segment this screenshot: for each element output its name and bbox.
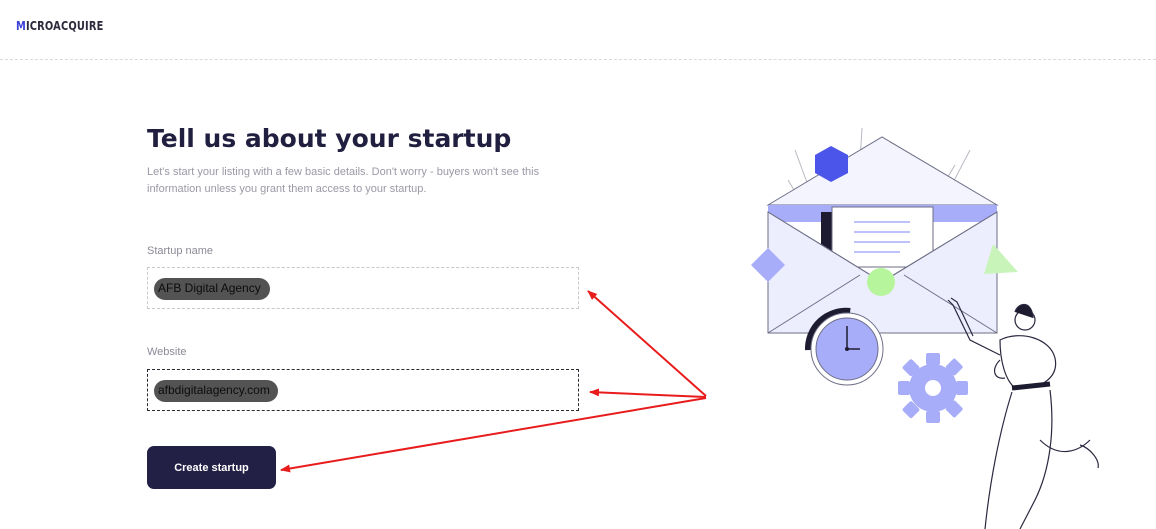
arrow-to-startup-name (587, 290, 707, 397)
arrow-to-create-button (280, 397, 707, 473)
website-value: afbdigitalagency.com (158, 383, 270, 397)
annotation-arrows (280, 290, 707, 473)
arrow-to-website (589, 388, 707, 398)
startup-name-value: AFB Digital Agency (158, 281, 261, 295)
